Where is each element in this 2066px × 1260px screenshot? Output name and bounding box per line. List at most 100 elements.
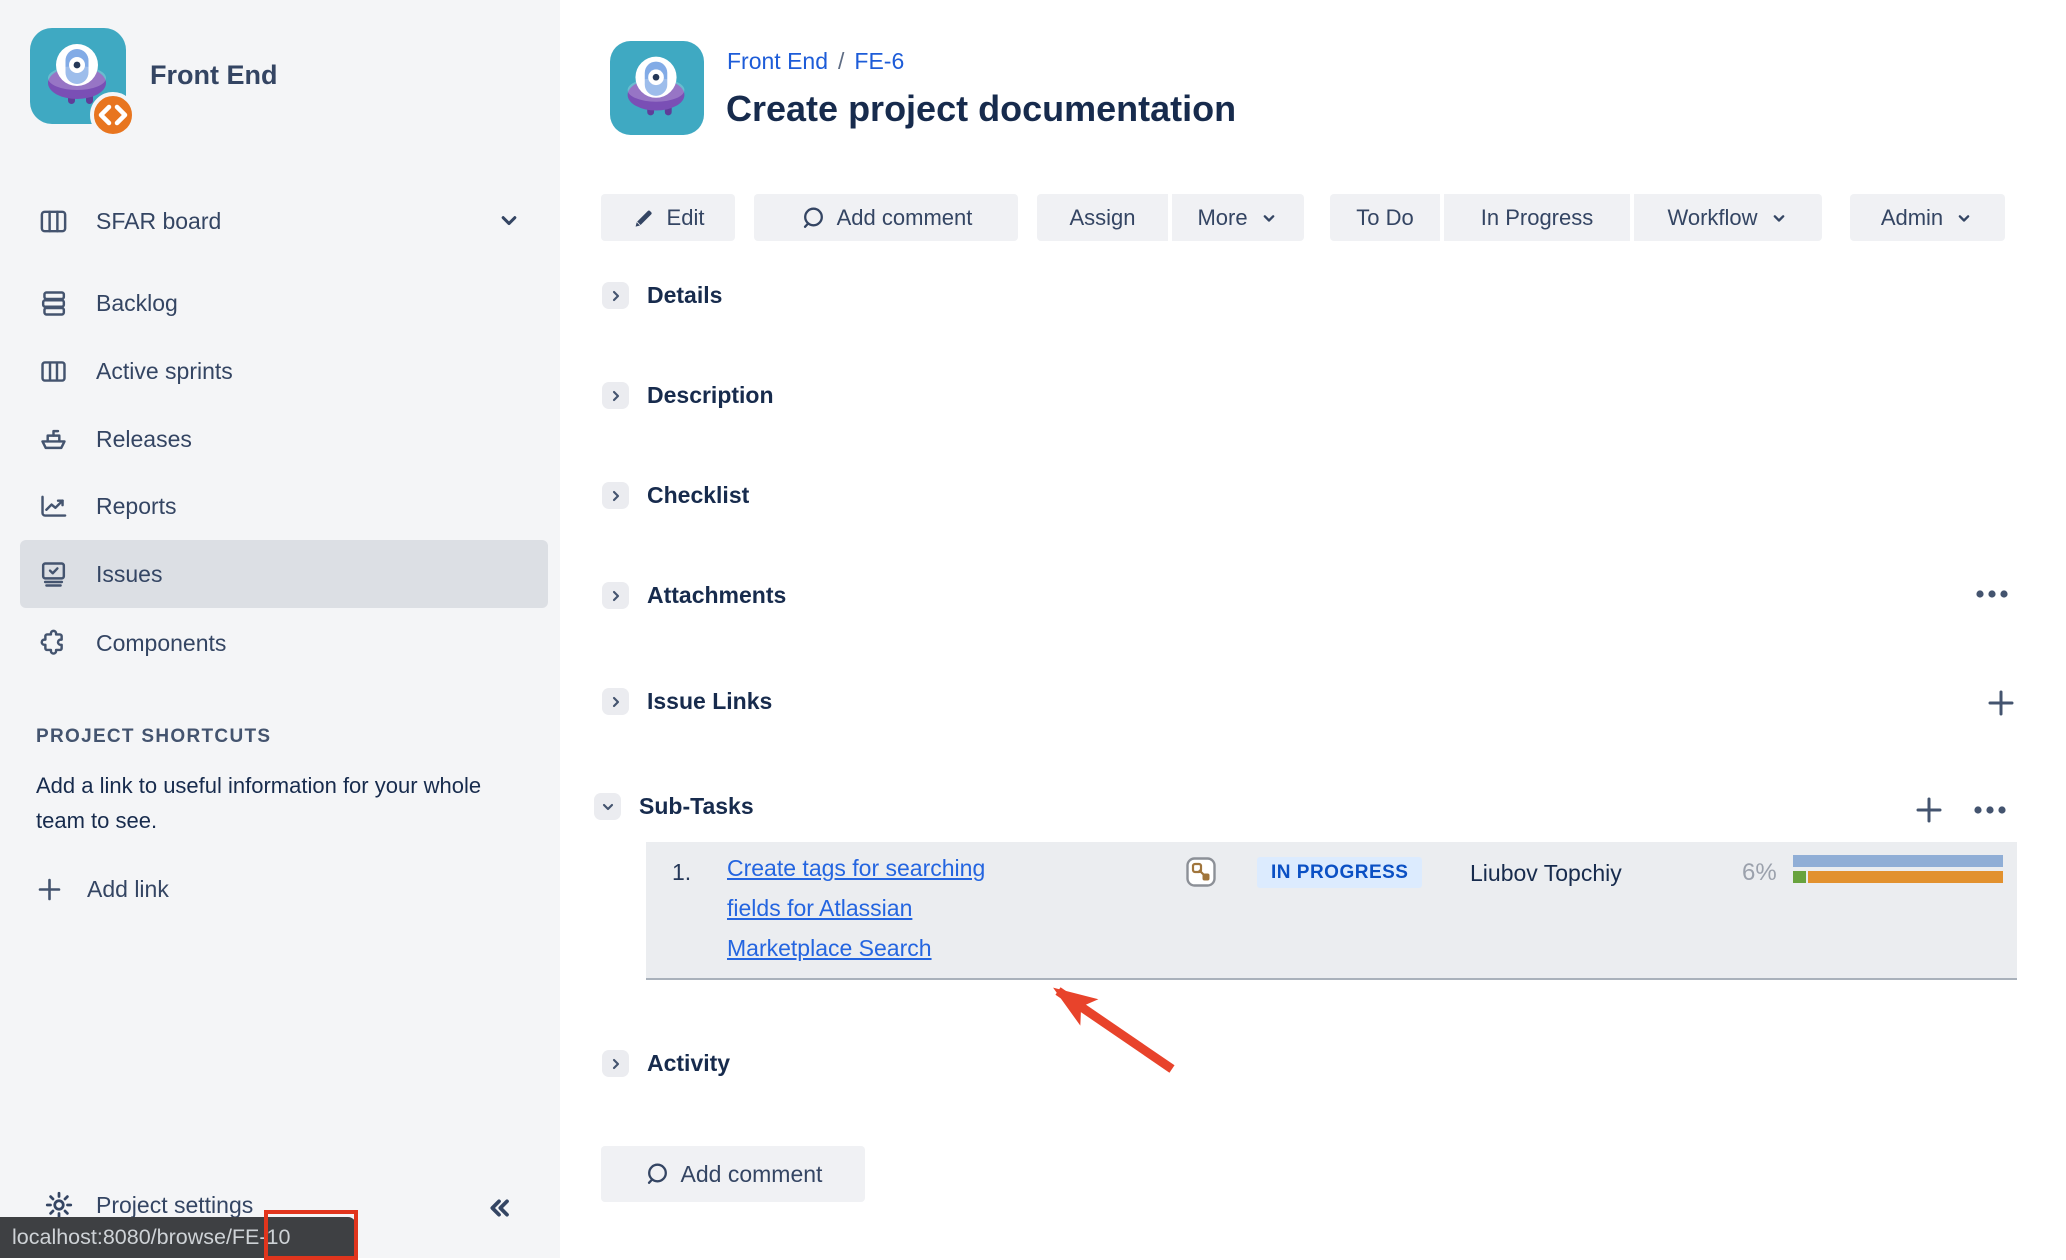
sidebar-item-label: SFAR board <box>96 208 221 235</box>
details-expand-button[interactable] <box>602 282 629 309</box>
checklist-expand-button[interactable] <box>602 482 629 509</box>
collapse-sidebar-icon[interactable] <box>483 1192 515 1224</box>
edit-button[interactable]: Edit <box>601 194 735 241</box>
pencil-icon <box>632 206 656 230</box>
sub-task-index: 1. <box>672 859 691 886</box>
sub-task-assignee: Liubov Topchiy <box>1470 860 1622 887</box>
workflow-button[interactable]: Workflow <box>1634 194 1822 241</box>
admin-button[interactable]: Admin <box>1850 194 2005 241</box>
comment-bubble-icon <box>644 1161 670 1187</box>
issue-title: Create project documentation <box>726 88 1236 130</box>
breadcrumb-issue-link[interactable]: FE-6 <box>854 48 904 74</box>
ship-icon <box>38 424 69 455</box>
reports-icon <box>38 491 69 522</box>
board-switcher-chevron-icon[interactable] <box>495 206 523 234</box>
chevron-down-icon <box>1769 208 1789 228</box>
breadcrumb-separator: / <box>838 48 844 74</box>
chevron-down-icon <box>600 799 616 815</box>
breadcrumb: Front End / FE-6 <box>727 48 904 75</box>
section-issue-links: Issue Links <box>602 688 772 715</box>
board-icon <box>38 206 69 237</box>
sidebar-item-active-sprints[interactable]: Active sprints <box>0 337 560 405</box>
workflow-group: To Do In Progress Workflow <box>1330 194 1822 241</box>
comment-bubble-icon <box>800 205 826 231</box>
add-link-label: Add link <box>87 876 169 903</box>
chevron-right-icon <box>608 388 624 404</box>
gear-icon <box>44 1190 74 1220</box>
breadcrumb-project-link[interactable]: Front End <box>727 48 828 74</box>
section-attachments-label: Attachments <box>647 582 786 609</box>
admin-button-label: Admin <box>1881 205 1943 231</box>
in-progress-button-label: In Progress <box>1481 205 1594 231</box>
sidebar-item-label: Releases <box>96 426 192 453</box>
sprints-icon <box>38 356 69 387</box>
project-type-code-icon <box>90 92 136 138</box>
sub-tasks-add-icon[interactable] <box>1914 795 1944 825</box>
sidebar-item-label: Active sprints <box>96 358 233 385</box>
issue-project-avatar <box>610 41 704 135</box>
sidebar-item-board[interactable]: SFAR board <box>0 187 560 255</box>
status-badge: IN PROGRESS <box>1257 857 1422 888</box>
to-do-button-label: To Do <box>1356 205 1413 231</box>
in-progress-button[interactable]: In Progress <box>1444 194 1630 241</box>
sidebar-item-reports[interactable]: Reports <box>0 472 560 540</box>
section-sub-tasks: Sub-Tasks <box>594 793 754 820</box>
sidebar-item-label: Backlog <box>96 290 178 317</box>
activity-expand-button[interactable] <box>602 1050 629 1077</box>
description-expand-button[interactable] <box>602 382 629 409</box>
add-comment-button-label: Add comment <box>837 205 973 231</box>
issue-links-expand-button[interactable] <box>602 688 629 715</box>
progress-bar-done <box>1793 871 1806 883</box>
progress-bar-remaining <box>1793 855 2003 867</box>
chevron-down-icon <box>1259 208 1279 228</box>
section-checklist: Checklist <box>602 482 749 509</box>
issues-icon <box>38 559 69 590</box>
chevron-right-icon <box>608 694 624 710</box>
footer-add-comment-label: Add comment <box>681 1161 823 1188</box>
sidebar-item-label: Reports <box>96 493 177 520</box>
footer-add-comment-button[interactable]: Add comment <box>601 1146 865 1202</box>
add-comment-button[interactable]: Add comment <box>754 194 1018 241</box>
edit-button-label: Edit <box>667 205 705 231</box>
sidebar-item-backlog[interactable]: Backlog <box>0 269 560 337</box>
assign-button[interactable]: Assign <box>1037 194 1168 241</box>
sidebar-item-label: Components <box>96 630 226 657</box>
project-shortcuts-hint: Add a link to useful information for you… <box>36 768 504 838</box>
section-activity: Activity <box>602 1050 730 1077</box>
chevron-down-icon <box>1954 208 1974 228</box>
section-activity-label: Activity <box>647 1050 730 1077</box>
backlog-icon <box>38 288 69 319</box>
sub-task-link[interactable]: Create tags for searching fields for Atl… <box>727 848 1007 968</box>
attachments-expand-button[interactable] <box>602 582 629 609</box>
project-sidebar: Front End SFAR board Backlog <box>0 0 560 1258</box>
progress-percentage: 6% <box>1742 859 1777 887</box>
sidebar-item-label: Issues <box>96 561 162 588</box>
sub-tasks-collapse-button[interactable] <box>594 793 621 820</box>
project-settings-button[interactable]: Project settings <box>44 1190 253 1220</box>
status-url-prefix: localhost:8080/browse/ <box>12 1225 232 1250</box>
attachments-more-icon[interactable] <box>1974 588 2010 600</box>
more-button-label: More <box>1197 205 1247 231</box>
sub-tasks-more-icon[interactable] <box>1972 804 2008 816</box>
sidebar-item-issues[interactable]: Issues <box>20 540 548 608</box>
to-do-button[interactable]: To Do <box>1330 194 1440 241</box>
status-url-tooltip: localhost:8080/browse/FE-10 <box>0 1217 356 1258</box>
workflow-button-label: Workflow <box>1667 205 1757 231</box>
section-checklist-label: Checklist <box>647 482 749 509</box>
components-icon <box>38 628 69 659</box>
add-link-button[interactable]: Add link <box>36 876 169 903</box>
jira-issue-page: { "project": { "name": "Front End" }, "s… <box>0 0 2066 1258</box>
sidebar-item-releases[interactable]: Releases <box>0 405 560 473</box>
section-description: Description <box>602 382 774 409</box>
progress-bar-in-progress <box>1808 871 2003 883</box>
annotation-highlight-box <box>264 1210 358 1260</box>
project-name: Front End <box>150 60 277 91</box>
more-button[interactable]: More <box>1172 194 1304 241</box>
chevron-right-icon <box>608 288 624 304</box>
issue-links-add-icon[interactable] <box>1986 688 2016 718</box>
subtask-type-icon <box>1186 857 1216 887</box>
section-attachments: Attachments <box>602 582 786 609</box>
chevron-right-icon <box>608 488 624 504</box>
sidebar-item-components[interactable]: Components <box>0 609 560 677</box>
section-description-label: Description <box>647 382 774 409</box>
